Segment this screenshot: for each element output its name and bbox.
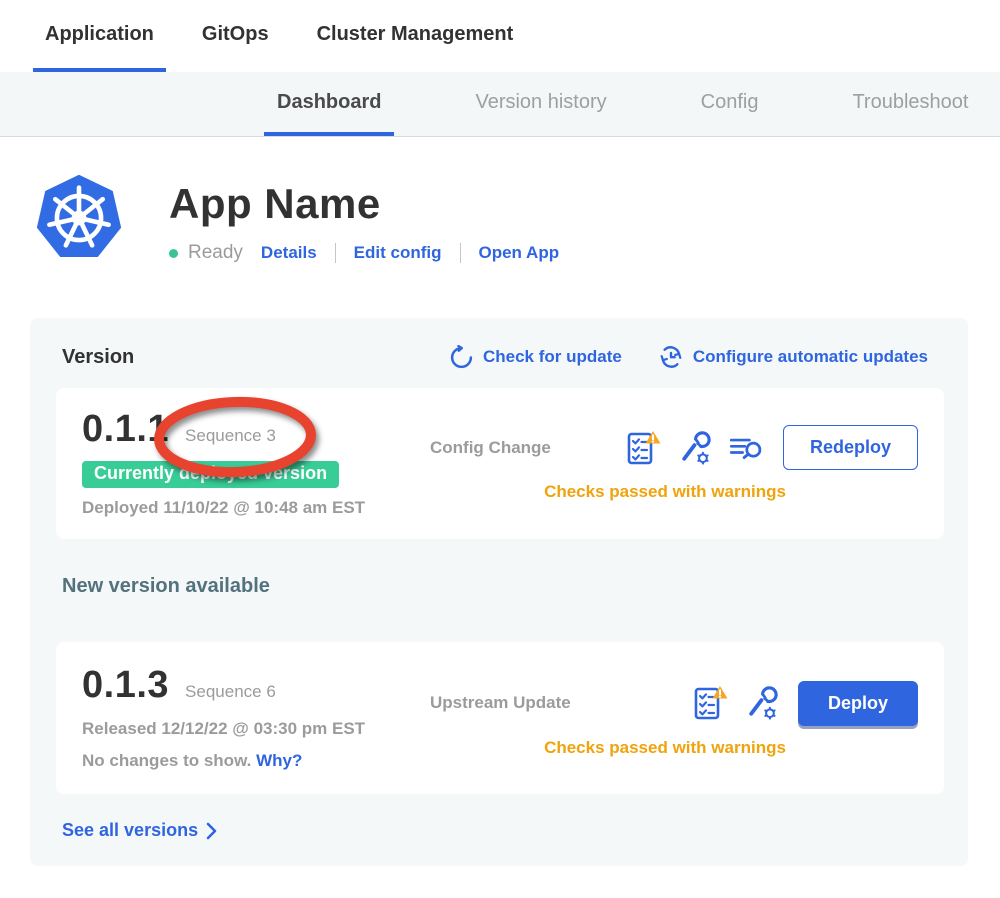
page-title: App Name xyxy=(169,180,559,228)
app-status-row: Ready Details Edit config Open App xyxy=(169,242,559,264)
redeploy-button[interactable]: Redeploy xyxy=(783,425,918,470)
tab-dashboard[interactable]: Dashboard xyxy=(264,72,394,136)
version-section-header: Version Check for update xyxy=(56,344,944,370)
current-source-label: Config Change xyxy=(430,438,551,458)
preflight-checks-icon[interactable] xyxy=(694,685,728,721)
wrench-gear-icon[interactable] xyxy=(746,686,778,720)
currently-deployed-badge: Currently deployed version xyxy=(82,461,339,488)
preflight-checks-icon[interactable] xyxy=(627,430,661,466)
chevron-right-icon xyxy=(206,822,217,840)
available-checks-status: Checks passed with warnings xyxy=(412,738,918,758)
current-checks-status: Checks passed with warnings xyxy=(412,482,918,502)
sub-nav: Dashboard Version history Config Trouble… xyxy=(0,72,1000,137)
top-nav-item-gitops[interactable]: GitOps xyxy=(190,0,281,72)
app-header: App Name Ready Details Edit config Open … xyxy=(33,170,559,266)
version-actions: Check for update Configure automatic upd… xyxy=(449,344,928,370)
wrench-gear-icon[interactable] xyxy=(679,431,711,465)
check-for-update-label: Check for update xyxy=(483,347,622,367)
page: Application GitOps Cluster Management Da… xyxy=(0,0,1000,898)
edit-config-link[interactable]: Edit config xyxy=(354,243,442,263)
details-link[interactable]: Details xyxy=(261,243,317,263)
current-version-info: 0.1.1 Sequence 3 Currently deployed vers… xyxy=(82,408,412,519)
top-nav-item-application[interactable]: Application xyxy=(33,0,166,72)
current-version-number: 0.1.1 xyxy=(82,408,169,451)
check-for-update-link[interactable]: Check for update xyxy=(449,345,622,370)
current-version-actions: Config Change xyxy=(412,408,918,519)
new-version-heading: New version available xyxy=(62,575,944,598)
no-changes-note: No changes to show. Why? xyxy=(82,751,412,771)
kubernetes-logo-icon xyxy=(33,170,125,266)
available-version-info: 0.1.3 Sequence 6 Released 12/12/22 @ 03:… xyxy=(82,664,412,774)
auto-update-clock-icon xyxy=(658,344,684,370)
divider xyxy=(335,243,336,263)
top-nav-item-cluster-management[interactable]: Cluster Management xyxy=(305,0,526,72)
current-version-card: 0.1.1 Sequence 3 Currently deployed vers… xyxy=(56,388,944,539)
tab-version-history[interactable]: Version history xyxy=(462,72,619,136)
open-app-link[interactable]: Open App xyxy=(479,243,560,263)
current-version-icons xyxy=(627,430,763,466)
why-link[interactable]: Why? xyxy=(256,751,302,770)
status-dot-icon xyxy=(169,249,178,258)
available-sequence-label: Sequence 6 xyxy=(185,682,276,702)
tab-troubleshoot[interactable]: Troubleshoot xyxy=(839,72,981,136)
see-all-versions-label: See all versions xyxy=(62,820,198,841)
status-badge: Ready xyxy=(188,242,243,264)
top-nav: Application GitOps Cluster Management xyxy=(0,0,1000,72)
see-all-versions-link[interactable]: See all versions xyxy=(62,820,217,841)
released-timestamp: Released 12/12/22 @ 03:30 pm EST xyxy=(82,719,412,739)
tab-config[interactable]: Config xyxy=(688,72,772,136)
refresh-icon xyxy=(449,345,474,370)
available-version-actions: Upstream Update xyxy=(412,664,918,774)
deploy-button[interactable]: Deploy xyxy=(798,681,918,726)
configure-automatic-updates-link[interactable]: Configure automatic updates xyxy=(658,344,928,370)
available-version-icons xyxy=(694,685,778,721)
view-diff-icon[interactable] xyxy=(729,433,763,463)
configure-automatic-updates-label: Configure automatic updates xyxy=(693,347,928,367)
available-source-label: Upstream Update xyxy=(430,693,571,713)
version-heading: Version xyxy=(62,346,134,369)
available-version-card: 0.1.3 Sequence 6 Released 12/12/22 @ 03:… xyxy=(56,642,944,794)
current-sequence-label: Sequence 3 xyxy=(185,426,276,446)
deployed-timestamp: Deployed 11/10/22 @ 10:48 am EST xyxy=(82,498,412,518)
available-version-number: 0.1.3 xyxy=(82,664,169,707)
no-changes-text: No changes to show. xyxy=(82,751,251,770)
divider xyxy=(460,243,461,263)
version-section: Version Check for update xyxy=(30,318,968,866)
